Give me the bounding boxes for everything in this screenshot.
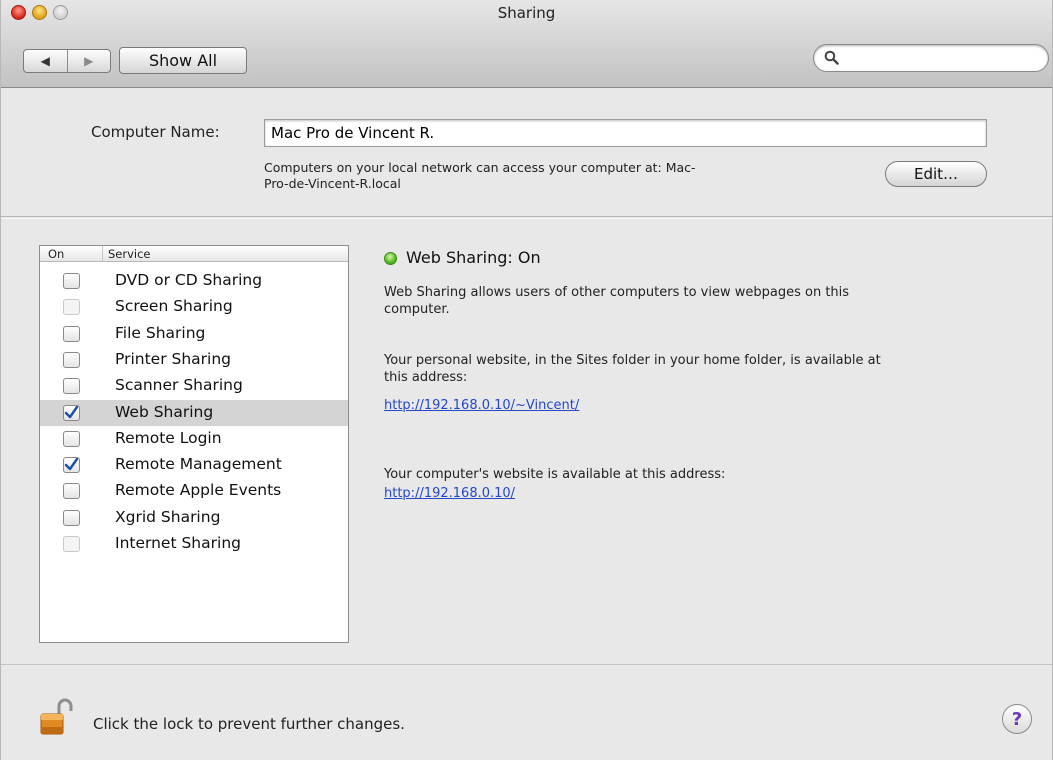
services-list: On Service DVD or CD Sharing Screen Shari… bbox=[39, 245, 349, 643]
footer-divider bbox=[1, 664, 1052, 665]
service-label: DVD or CD Sharing bbox=[115, 271, 263, 289]
sharing-window: Sharing ◀ ▶ Show All Computer Name: Comp… bbox=[0, 0, 1053, 760]
checkmark-icon bbox=[64, 405, 79, 418]
service-description-line1: Web Sharing allows users of other comput… bbox=[384, 285, 850, 300]
service-label: File Sharing bbox=[115, 323, 206, 342]
service-label: Remote Management bbox=[115, 455, 282, 474]
column-divider bbox=[102, 246, 103, 261]
column-header-service[interactable]: Service bbox=[108, 247, 151, 261]
toolbar: Sharing ◀ ▶ Show All bbox=[1, 0, 1052, 88]
service-row[interactable]: Scanner Sharing bbox=[40, 373, 348, 399]
computer-name-label: Computer Name: bbox=[91, 123, 220, 141]
service-row[interactable]: Screen Sharing bbox=[40, 294, 348, 320]
computer-website-link[interactable]: http://192.168.0.10/ bbox=[384, 486, 515, 501]
back-forward-group: ◀ ▶ bbox=[23, 49, 111, 73]
checkmark-icon bbox=[64, 457, 79, 471]
services-header: On Service bbox=[40, 246, 348, 262]
unlocked-padlock-icon[interactable] bbox=[39, 697, 79, 739]
back-arrow-icon: ◀ bbox=[40, 54, 50, 68]
service-checkbox[interactable] bbox=[63, 536, 80, 552]
service-row[interactable]: Remote Management bbox=[40, 452, 348, 478]
window-title: Sharing bbox=[497, 4, 556, 22]
service-label: Web Sharing bbox=[115, 402, 214, 421]
personal-website-link[interactable]: http://192.168.0.10/~Vincent/ bbox=[384, 398, 579, 413]
service-description-line2: computer. bbox=[384, 302, 450, 317]
service-checkbox[interactable] bbox=[63, 430, 80, 447]
service-label: Xgrid Sharing bbox=[115, 507, 221, 526]
service-row[interactable]: DVD or CD Sharing bbox=[40, 268, 348, 294]
computer-name-field[interactable] bbox=[264, 119, 987, 147]
service-row[interactable]: Xgrid Sharing bbox=[40, 505, 348, 531]
help-icon: ? bbox=[1011, 708, 1023, 730]
service-label: Remote Login bbox=[115, 428, 222, 447]
service-checkbox[interactable] bbox=[63, 273, 80, 289]
service-label: Remote Apple Events bbox=[115, 481, 282, 500]
divider bbox=[1, 218, 1052, 219]
service-checkbox[interactable] bbox=[63, 509, 80, 526]
personal-website-line1: Your personal website, in the Sites fold… bbox=[384, 353, 881, 368]
service-row[interactable]: Remote Apple Events bbox=[40, 478, 348, 504]
service-checkbox[interactable] bbox=[63, 351, 80, 368]
search-field[interactable] bbox=[813, 44, 1049, 72]
status-indicator-icon bbox=[384, 252, 397, 265]
computer-name-description-line1: Computers on your local network can acce… bbox=[264, 160, 696, 175]
service-row[interactable]: Printer Sharing bbox=[40, 347, 348, 373]
computer-name-section: Computer Name: Computers on your local n… bbox=[1, 89, 1052, 217]
forward-arrow-icon: ▶ bbox=[84, 54, 94, 68]
edit-button[interactable]: Edit… bbox=[885, 161, 987, 187]
computer-name-description-line2: Pro-de-Vincent-R.local bbox=[264, 176, 401, 191]
service-checkbox[interactable] bbox=[63, 378, 80, 395]
service-checkbox[interactable] bbox=[63, 299, 80, 316]
computer-website-text: Your computer's website is available at … bbox=[384, 467, 726, 482]
service-checkbox[interactable] bbox=[63, 404, 80, 421]
show-all-button[interactable]: Show All bbox=[119, 47, 247, 74]
personal-website-text: Your personal website, in the Sites fold… bbox=[384, 352, 1044, 386]
back-button[interactable]: ◀ bbox=[24, 50, 67, 72]
service-checkbox[interactable] bbox=[63, 325, 80, 342]
column-header-on[interactable]: On bbox=[48, 247, 64, 261]
help-button[interactable]: ? bbox=[1002, 704, 1032, 734]
service-label: Printer Sharing bbox=[115, 349, 231, 368]
service-label: Internet Sharing bbox=[115, 534, 241, 552]
service-label: Screen Sharing bbox=[115, 297, 233, 316]
personal-website-line2: this address: bbox=[384, 370, 468, 385]
forward-button[interactable]: ▶ bbox=[66, 50, 111, 72]
service-row[interactable]: Internet Sharing bbox=[40, 531, 348, 557]
service-checkbox[interactable] bbox=[63, 457, 80, 474]
service-row[interactable]: Remote Login bbox=[40, 426, 348, 452]
computer-name-description: Computers on your local network can acce… bbox=[264, 160, 864, 192]
status-title: Web Sharing: On bbox=[406, 248, 541, 267]
search-icon bbox=[824, 50, 839, 69]
service-description: Web Sharing allows users of other comput… bbox=[384, 284, 1044, 318]
service-row[interactable]: File Sharing bbox=[40, 321, 348, 347]
service-row[interactable]: Web Sharing bbox=[40, 399, 348, 426]
lock-message: Click the lock to prevent further change… bbox=[93, 715, 405, 733]
service-checkbox[interactable] bbox=[63, 483, 80, 500]
service-label: Scanner Sharing bbox=[115, 376, 243, 395]
